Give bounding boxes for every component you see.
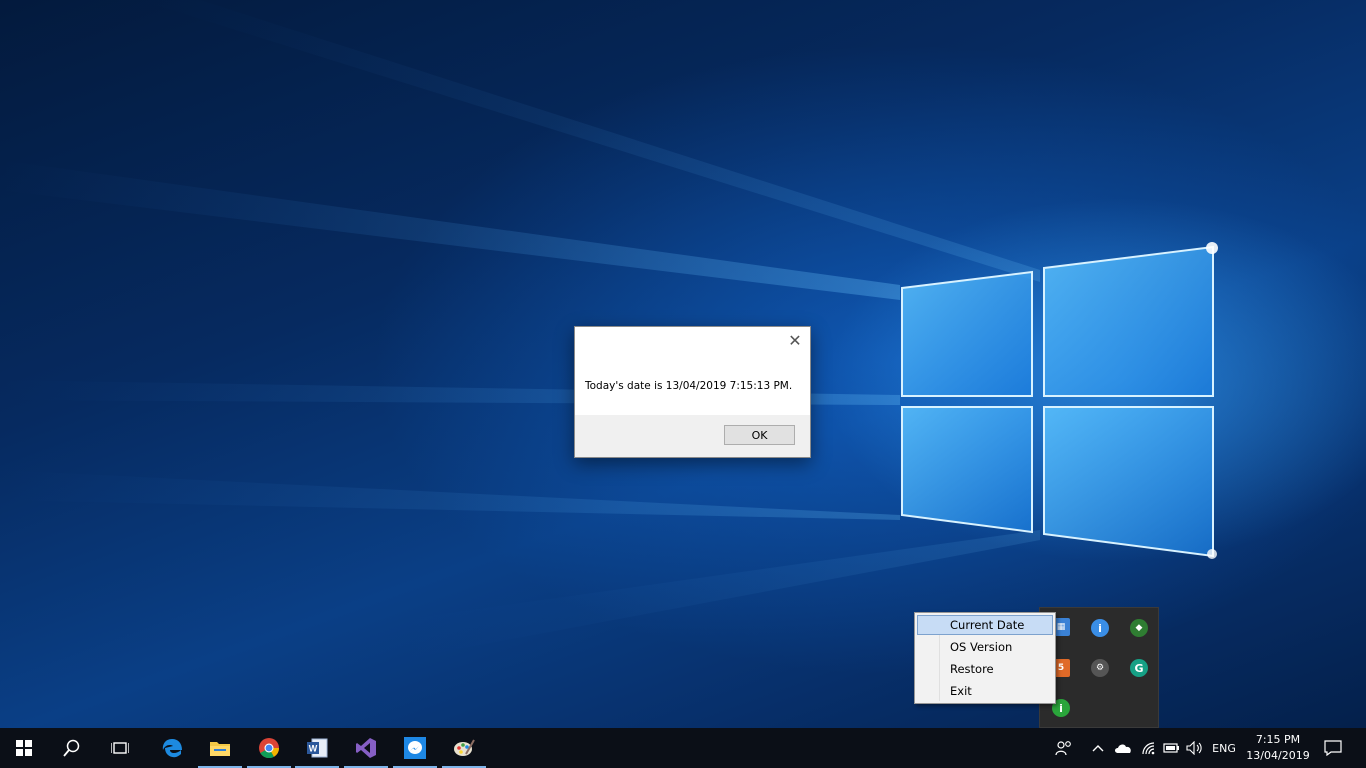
clock[interactable]: 7:15 PM 13/04/2019 [1242, 728, 1314, 768]
volume-button[interactable] [1184, 728, 1206, 768]
chrome-icon [259, 738, 280, 759]
onedrive-button[interactable] [1112, 728, 1134, 768]
notification-icon [1324, 740, 1342, 756]
chevron-up-icon [1092, 745, 1104, 752]
wifi-button[interactable] [1138, 728, 1160, 768]
edge-button[interactable] [148, 728, 196, 768]
start-icon [16, 740, 32, 756]
chrome-button[interactable] [245, 728, 293, 768]
file-explorer-button[interactable] [196, 728, 244, 768]
info-icon[interactable]: i [1091, 619, 1109, 637]
people-icon [1055, 741, 1071, 756]
dialog-footer: OK [575, 415, 810, 457]
onedrive-icon [1115, 744, 1131, 753]
visual-studio-button[interactable] [342, 728, 390, 768]
svg-text:W: W [309, 744, 318, 754]
message-dialog: ✕ Today's date is 13/04/2019 7:15:13 PM.… [574, 326, 811, 458]
start-button[interactable] [0, 728, 48, 768]
search-button[interactable] [48, 728, 96, 768]
ok-button[interactable]: OK [724, 425, 795, 445]
battery-icon [1163, 743, 1179, 753]
volume-icon [1186, 741, 1202, 755]
input-language[interactable]: ENG [1208, 728, 1240, 768]
menu-item-exit[interactable]: Exit [917, 681, 1053, 701]
menu-item-os-version[interactable]: OS Version [917, 637, 1053, 657]
action-center-button[interactable] [1318, 728, 1348, 768]
tray-context-menu: Current Date OS Version Restore Exit [914, 612, 1056, 704]
clock-time: 7:15 PM [1255, 733, 1301, 746]
bluetooth-device-icon[interactable]: ⚙ [1091, 659, 1109, 677]
edge-icon [162, 739, 182, 758]
tray-overflow-panel: ▦ i ◆ 5 ⚙ G i [1039, 607, 1159, 728]
network-tool-icon[interactable]: ◆ [1130, 619, 1148, 637]
paint-icon [454, 739, 475, 756]
paint-button[interactable] [440, 728, 488, 768]
battery-button[interactable] [1160, 728, 1182, 768]
word-button[interactable]: W [293, 728, 341, 768]
task-view-button[interactable] [96, 728, 144, 768]
grammarly-icon[interactable]: G [1130, 659, 1148, 677]
clock-date: 13/04/2019 [1246, 749, 1310, 762]
show-hidden-icons-button[interactable] [1088, 728, 1108, 768]
file-explorer-icon [210, 742, 230, 756]
people-button[interactable] [1050, 728, 1078, 768]
menu-item-restore[interactable]: Restore [917, 659, 1053, 679]
messenger-icon [404, 737, 426, 759]
close-icon[interactable]: ✕ [786, 333, 804, 351]
word-icon: W [307, 738, 328, 758]
visual-studio-icon [356, 738, 376, 758]
menu-item-current-date[interactable]: Current Date [917, 615, 1053, 635]
dialog-message: Today's date is 13/04/2019 7:15:13 PM. [585, 380, 793, 392]
task-view-icon [111, 742, 129, 754]
taskbar: W ENG 7:15 PM 13/04/2019 [0, 728, 1366, 768]
wifi-icon [1142, 742, 1155, 755]
messenger-button[interactable] [391, 728, 439, 768]
search-icon [63, 739, 80, 757]
